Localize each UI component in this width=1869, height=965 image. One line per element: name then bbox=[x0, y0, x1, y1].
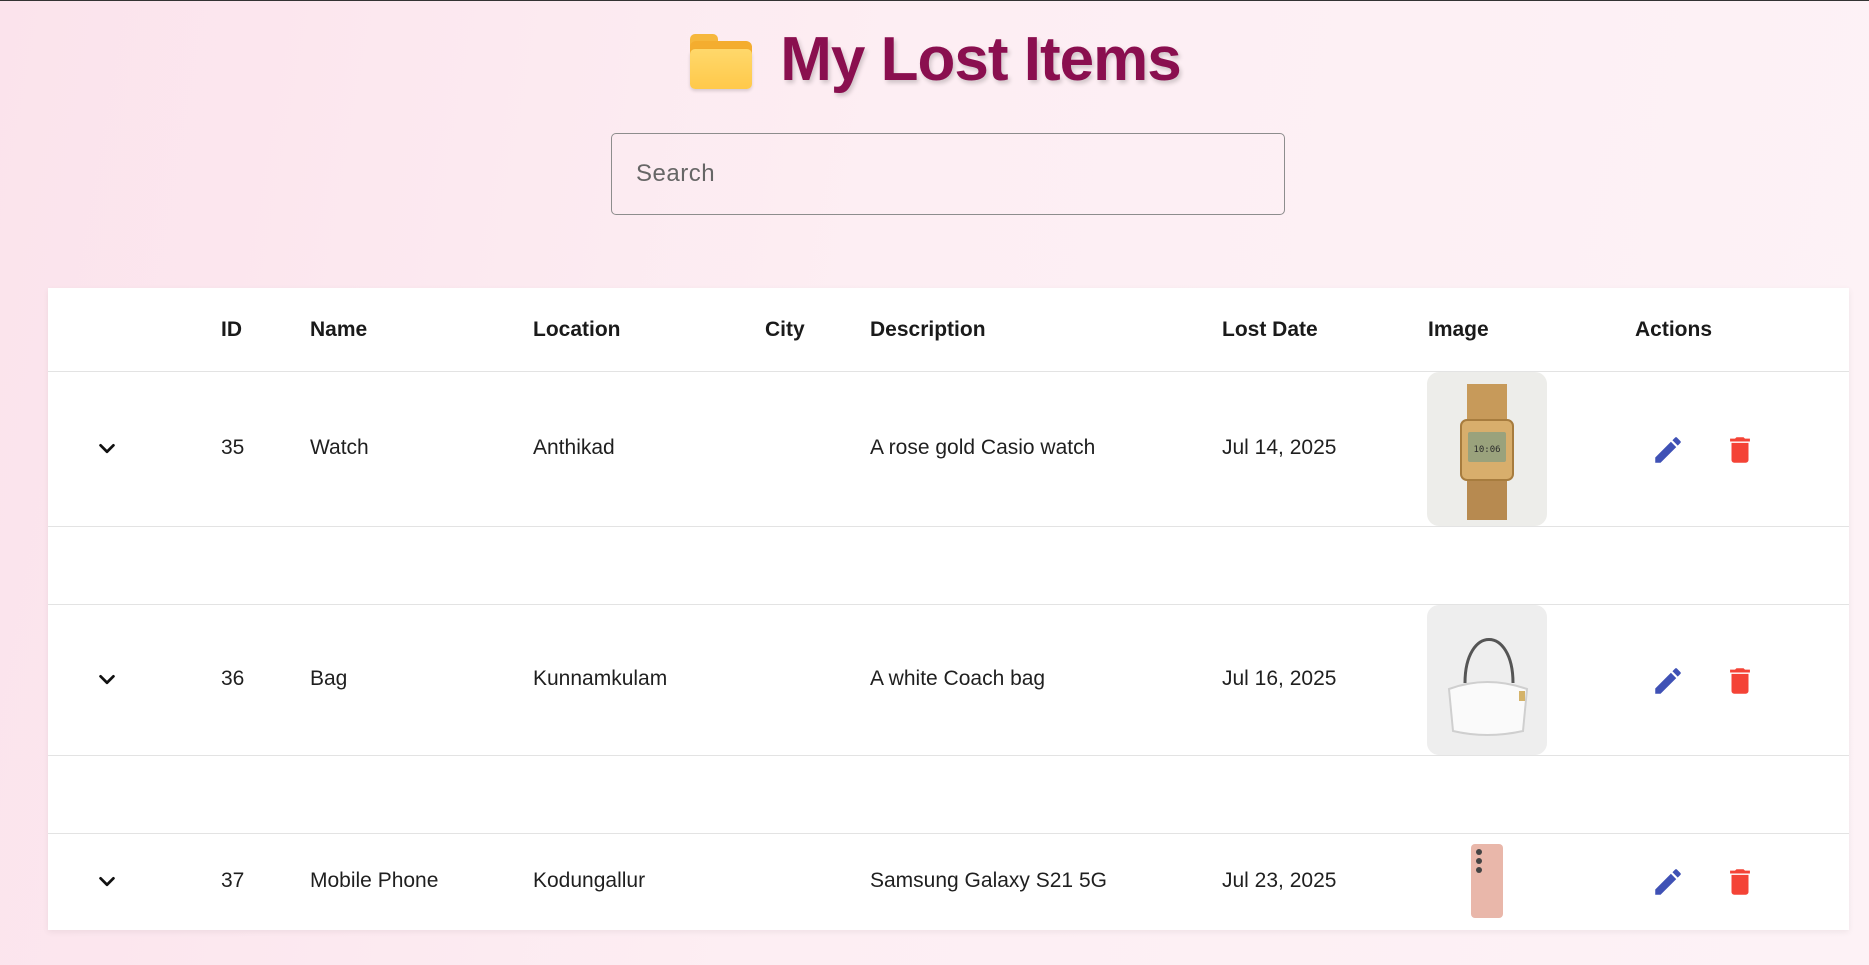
row-divider bbox=[48, 755, 1849, 756]
row-id: 35 bbox=[221, 436, 245, 459]
table-row: 36 Bag Kunnamkulam A white Coach bag Jul… bbox=[48, 605, 1849, 755]
row-lost-date: Jul 16, 2025 bbox=[1222, 667, 1337, 690]
page-title: My Lost Items bbox=[780, 25, 1181, 94]
row-name: Watch bbox=[310, 436, 369, 459]
bag-photo[interactable] bbox=[1427, 605, 1547, 755]
folder-icon bbox=[688, 31, 754, 89]
svg-text:10:06: 10:06 bbox=[1473, 445, 1500, 455]
row-description: Samsung Galaxy S21 5G bbox=[870, 869, 1107, 892]
phone-photo[interactable] bbox=[1427, 834, 1547, 930]
row-lost-date: Jul 23, 2025 bbox=[1222, 869, 1337, 892]
row-id: 36 bbox=[221, 667, 245, 690]
row-id: 37 bbox=[221, 869, 245, 892]
top-border bbox=[0, 0, 1869, 1]
column-header-city[interactable]: City bbox=[765, 318, 805, 342]
lost-items-table: ID Name Location City Description Lost D… bbox=[48, 288, 1849, 930]
page-header: My Lost Items bbox=[0, 24, 1869, 95]
delete-icon[interactable] bbox=[1723, 664, 1757, 698]
column-header-actions: Actions bbox=[1635, 318, 1713, 341]
row-name: Bag bbox=[310, 667, 348, 690]
column-header-lost-date[interactable]: Lost Date bbox=[1222, 318, 1318, 342]
column-header-id[interactable]: ID bbox=[221, 318, 242, 342]
column-header-image: Image bbox=[1428, 318, 1489, 341]
row-description: A rose gold Casio watch bbox=[870, 436, 1096, 459]
row-description: A white Coach bag bbox=[870, 667, 1046, 690]
row-lost-date: Jul 14, 2025 bbox=[1222, 436, 1337, 459]
column-header-name[interactable]: Name bbox=[310, 318, 367, 342]
edit-icon[interactable] bbox=[1651, 865, 1685, 899]
table-header: ID Name Location City Description Lost D… bbox=[48, 288, 1849, 372]
table-row: 37 Mobile Phone Kodungallur Samsung Gala… bbox=[48, 834, 1849, 930]
table-row: 35 Watch Anthikad A rose gold Casio watc… bbox=[48, 372, 1849, 526]
delete-icon[interactable] bbox=[1723, 865, 1757, 899]
edit-icon[interactable] bbox=[1651, 433, 1685, 467]
row-name: Mobile Phone bbox=[310, 869, 439, 892]
search-field[interactable] bbox=[611, 133, 1285, 215]
row-location: Kunnamkulam bbox=[533, 667, 668, 690]
column-header-location[interactable]: Location bbox=[533, 318, 621, 342]
chevron-down-icon[interactable] bbox=[96, 438, 118, 460]
search-input[interactable] bbox=[612, 134, 1284, 214]
row-location: Anthikad bbox=[533, 436, 615, 459]
edit-icon[interactable] bbox=[1651, 664, 1685, 698]
row-location: Kodungallur bbox=[533, 869, 646, 892]
chevron-down-icon[interactable] bbox=[96, 669, 118, 691]
column-header-description[interactable]: Description bbox=[870, 318, 986, 342]
chevron-down-icon[interactable] bbox=[96, 871, 118, 893]
row-divider bbox=[48, 526, 1849, 527]
watch-photo[interactable]: 10:06 bbox=[1427, 372, 1547, 526]
delete-icon[interactable] bbox=[1723, 433, 1757, 467]
